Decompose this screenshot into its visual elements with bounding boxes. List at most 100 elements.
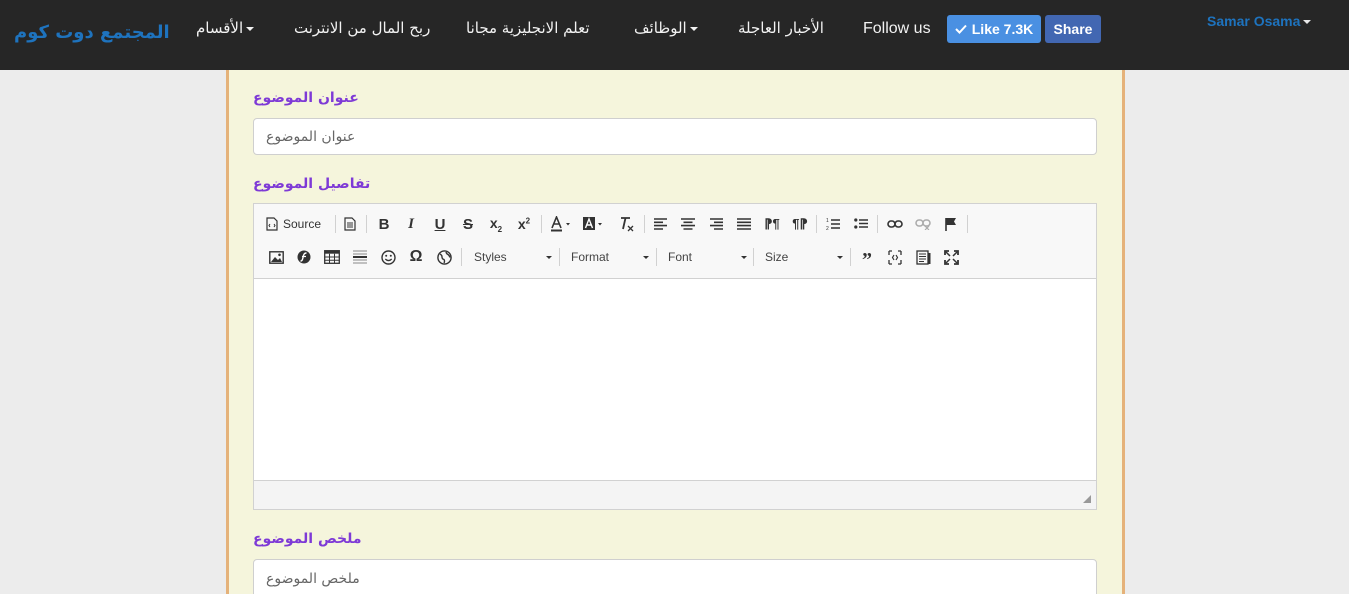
caret-down-icon [546,256,552,259]
source-button[interactable]: Source [266,213,321,235]
subscript-icon: x2 [489,214,503,234]
templates-button[interactable] [339,213,361,235]
svg-text:1: 1 [826,218,829,224]
format-dropdown[interactable]: Format [571,246,649,268]
align-left-icon [654,218,667,230]
size-label: Size [765,250,789,264]
toolbar-separator [967,215,968,233]
toolbar-separator [644,215,645,233]
editor-content-area[interactable] [254,279,1096,480]
background-color-button[interactable] [580,213,608,235]
caret-down-icon [741,256,747,259]
facebook-share-button[interactable]: Share [1045,15,1101,43]
details-label: تفاصيل الموضوع [253,176,371,192]
smiley-button[interactable] [377,246,399,268]
align-left-button[interactable] [650,213,672,235]
title-label: عنوان الموضوع [253,90,359,106]
italic-icon: I [408,215,414,232]
bulleted-list-button[interactable] [850,213,872,235]
nav-item-jobs[interactable]: الوظائف [634,19,701,37]
format-label: Format [571,250,610,264]
user-name: Samar Osama [1207,13,1301,29]
blockquote-button[interactable]: ” [856,246,878,271]
toolbar-separator [541,215,542,233]
background-color-icon [583,217,602,230]
ltr-icon: ⁋¶ [764,216,780,231]
maximize-icon [943,249,959,265]
align-right-icon [710,218,723,230]
special-char-button[interactable]: Ω [405,246,427,268]
toolbar-separator [656,248,657,266]
anchor-button[interactable] [940,213,962,235]
font-dropdown[interactable]: Font [668,246,747,268]
table-button[interactable] [321,246,343,268]
caret-down-icon [643,256,649,259]
toolbar-separator [461,248,462,266]
underline-button[interactable]: U [429,213,451,235]
caret-down-icon [689,26,698,31]
remove-format-button[interactable] [616,213,638,235]
svg-text:2: 2 [826,226,829,231]
horizontal-line-button[interactable] [349,246,371,268]
rtl-icon: ¶⁋ [792,216,808,231]
justify-icon [737,218,751,230]
editor-toolbar: Source B I U S x2 x2 ⁋¶ ¶⁋ 1 2 Ω Styles … [254,204,1096,279]
blockquote-icon: ” [862,248,872,271]
title-input[interactable]: عنوان الموضوع [253,118,1097,155]
show-blocks-button[interactable] [884,246,906,268]
strikethrough-button[interactable]: S [457,213,479,235]
numbered-list-icon: 12 [826,218,840,231]
bold-button[interactable]: B [373,213,395,235]
smiley-icon [380,249,396,265]
rich-text-editor: Source B I U S x2 x2 ⁋¶ ¶⁋ 1 2 Ω Styles … [253,203,1097,510]
unlink-button[interactable] [912,213,934,235]
nav-item-make-money[interactable]: ربح المال من الانترنت [294,19,430,37]
source-icon [266,217,278,231]
flash-icon [297,250,311,264]
resize-grip-icon[interactable] [1083,495,1091,503]
toolbar-separator [753,248,754,266]
toolbar-separator [816,215,817,233]
numbered-list-button[interactable]: 12 [822,213,844,235]
brand-logo[interactable]: المجتمع دوت كوم [14,22,170,43]
nav-item-label: الوظائف [634,19,687,37]
flash-button[interactable] [293,246,315,268]
summary-input[interactable]: ملخص الموضوع [253,559,1097,594]
iframe-icon [436,249,452,265]
toolbar-separator [877,215,878,233]
ltr-button[interactable]: ⁋¶ [761,213,783,235]
user-menu[interactable]: Samar Osama [1207,13,1314,29]
align-right-button[interactable] [705,213,727,235]
nav-item-breaking-news[interactable]: الأخبار العاجلة [738,19,824,37]
align-center-button[interactable] [677,213,699,235]
superscript-button[interactable]: x2 [513,213,535,235]
styles-dropdown[interactable]: Styles [474,246,552,268]
subscript-button[interactable]: x2 [485,213,507,235]
bold-icon: B [378,215,390,233]
iframe-button[interactable] [433,246,455,268]
summary-label: ملخص الموضوع [253,531,362,547]
horizontal-line-icon [353,250,367,264]
caret-down-icon [1303,20,1312,25]
rtl-button[interactable]: ¶⁋ [789,213,811,235]
superscript-icon: x2 [517,216,531,232]
check-icon [955,24,967,34]
summary-placeholder: ملخص الموضوع [266,571,360,587]
preview-button[interactable] [912,246,934,268]
nav-item-learn-english[interactable]: تعلم الانجليزية مجانا [466,19,590,37]
nav-item-categories[interactable]: الأقسام [196,19,257,37]
italic-button[interactable]: I [400,213,422,235]
text-color-button[interactable] [548,213,576,235]
like-label: Like 7.3K [971,21,1034,37]
size-dropdown[interactable]: Size [765,246,843,268]
image-icon [268,250,284,264]
source-label: Source [283,217,322,231]
link-button[interactable] [884,213,906,235]
preview-icon [915,249,930,265]
anchor-icon [945,218,956,231]
justify-button[interactable] [733,213,755,235]
facebook-like-button[interactable]: Like 7.3K [947,15,1041,43]
maximize-button[interactable] [940,246,962,268]
image-button[interactable] [265,246,287,268]
link-icon [887,220,903,228]
